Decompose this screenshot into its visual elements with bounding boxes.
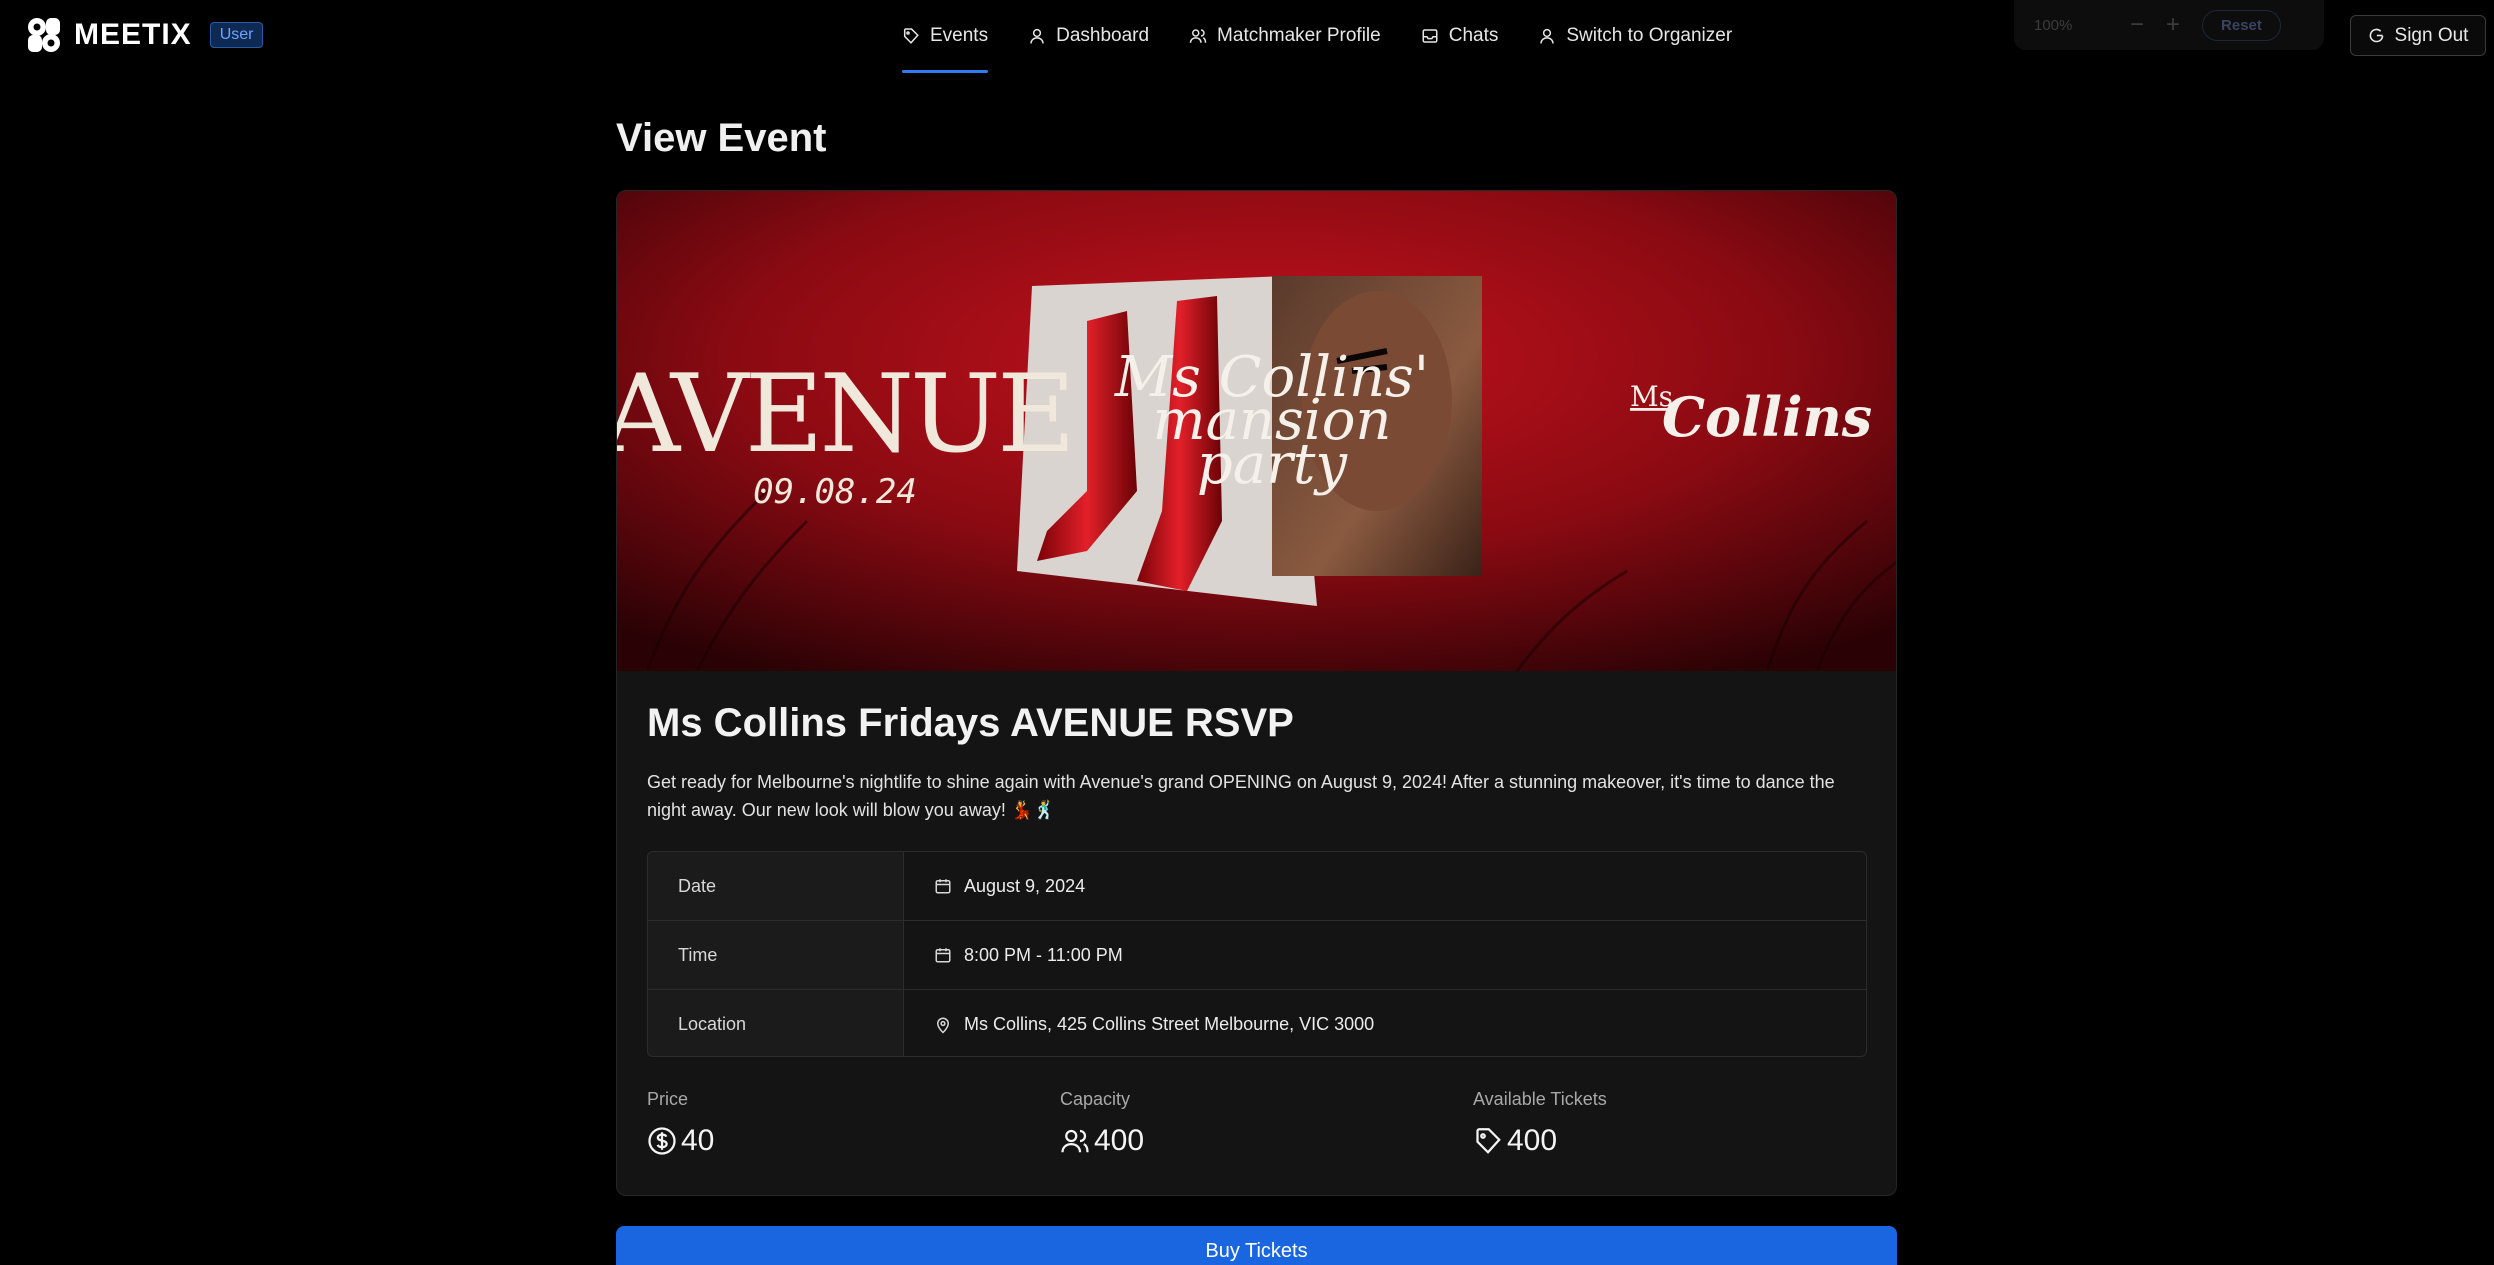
- top-navigation-bar: MEETIX User Events Dashboard Matchmaker …: [0, 0, 2494, 76]
- google-icon: [2369, 28, 2383, 43]
- detail-row-time: Time 8:00 PM - 11:00 PM: [648, 921, 1866, 990]
- user-icon: [1030, 28, 1044, 44]
- user-icon: [1540, 28, 1555, 44]
- time-value: 8:00 PM - 11:00 PM: [964, 944, 1123, 965]
- page-title: View Event: [616, 116, 827, 160]
- calendar-icon: [935, 879, 951, 894]
- nav-label: Dashboard: [1056, 25, 1150, 46]
- calendar-icon: [935, 948, 951, 963]
- stat-value: 40: [647, 1124, 947, 1158]
- main-nav: Events Dashboard Matchmaker Profile Chat…: [902, 0, 1732, 76]
- nav-item-events[interactable]: Events: [902, 0, 989, 73]
- users-icon: [1189, 29, 1207, 43]
- banner-headline-3: party: [1197, 432, 1349, 497]
- event-title: Ms Collins Fridays AVENUE RSVP: [647, 701, 1294, 745]
- role-badge: User: [209, 22, 264, 48]
- stat-price: Price 40: [647, 1089, 947, 1158]
- zoom-in-button[interactable]: +: [2166, 11, 2180, 39]
- detail-value: Ms Collins, 425 Collins Street Melbourne…: [904, 990, 1866, 1056]
- sign-out-label: Sign Out: [2394, 24, 2469, 46]
- map-pin-icon: [936, 1017, 950, 1034]
- stat-label: Available Tickets: [1473, 1089, 1607, 1109]
- detail-value: August 9, 2024: [904, 852, 1866, 920]
- stat-capacity: Capacity 400: [1060, 1089, 1360, 1158]
- price-value: 40: [681, 1124, 715, 1157]
- dollar-circle-icon: [648, 1127, 676, 1155]
- nav-item-matchmaker-profile[interactable]: Matchmaker Profile: [1189, 0, 1381, 72]
- nav-item-dashboard[interactable]: Dashboard: [1028, 0, 1149, 72]
- date-value: August 9, 2024: [964, 875, 1086, 896]
- tag-icon: [1476, 1128, 1501, 1154]
- detail-label: Time: [648, 921, 904, 989]
- buy-tickets-button[interactable]: Buy Tickets: [616, 1226, 1897, 1265]
- available-value: 400: [1507, 1124, 1558, 1157]
- detail-label: Location: [648, 990, 904, 1056]
- event-card: AVENUE 09.08.24 Ms Collins' mansion part…: [616, 190, 1897, 1196]
- location-value: Ms Collins, 425 Collins Street Melbourne…: [964, 1014, 1375, 1034]
- event-details-table: Date August 9, 2024 Time 8:00 PM - 11:00…: [647, 851, 1867, 1057]
- detail-row-location: Location Ms Collins, 425 Collins Street …: [648, 990, 1866, 1056]
- zoom-reset-button[interactable]: Reset: [2202, 9, 2281, 41]
- stat-value: 400: [1473, 1124, 1773, 1158]
- detail-row-date: Date August 9, 2024: [648, 852, 1866, 921]
- stat-label: Price: [647, 1089, 689, 1109]
- capacity-value: 400: [1094, 1124, 1145, 1157]
- detail-label: Date: [648, 852, 904, 920]
- stat-available-tickets: Available Tickets 400: [1473, 1089, 1773, 1158]
- event-banner-artwork: AVENUE 09.08.24 Ms Collins' mansion part…: [617, 191, 1896, 671]
- nav-label: Events: [930, 25, 989, 46]
- users-icon: [1061, 1129, 1089, 1153]
- banner-brand-script: Collins: [1662, 385, 1872, 449]
- nav-label: Switch to Organizer: [1566, 25, 1733, 46]
- nav-item-chats[interactable]: Chats: [1421, 0, 1499, 72]
- tag-icon: [903, 28, 919, 44]
- event-description: Get ready for Melbourne's nightlife to s…: [647, 772, 1835, 820]
- stat-label: Capacity: [1060, 1089, 1131, 1109]
- brand-logo[interactable]: MEETIX User: [24, 16, 264, 54]
- sign-out-button[interactable]: Sign Out: [2350, 15, 2486, 56]
- inbox-icon: [1422, 29, 1438, 43]
- banner-venue: AVENUE: [617, 352, 1072, 477]
- nav-label: Matchmaker Profile: [1217, 25, 1381, 46]
- banner-date: 09.08.24: [753, 472, 917, 512]
- nav-label: Chats: [1448, 25, 1499, 46]
- buy-tickets-label: Buy Tickets: [1205, 1240, 1308, 1262]
- meetix-logo-icon: [28, 18, 60, 52]
- event-banner-image: AVENUE 09.08.24 Ms Collins' mansion part…: [617, 191, 1896, 671]
- brand-name: MEETIX: [74, 18, 192, 51]
- zoom-out-button[interactable]: −: [2130, 11, 2144, 39]
- zoom-controls: 100% − + Reset: [2014, 0, 2324, 50]
- event-stats: Price 40 Capacity 400 Available Tickets …: [647, 1089, 1877, 1169]
- nav-item-switch-to-organizer[interactable]: Switch to Organizer: [1538, 0, 1732, 72]
- stat-value: 400: [1060, 1124, 1360, 1158]
- detail-value: 8:00 PM - 11:00 PM: [904, 921, 1866, 989]
- zoom-level: 100%: [2034, 16, 2073, 34]
